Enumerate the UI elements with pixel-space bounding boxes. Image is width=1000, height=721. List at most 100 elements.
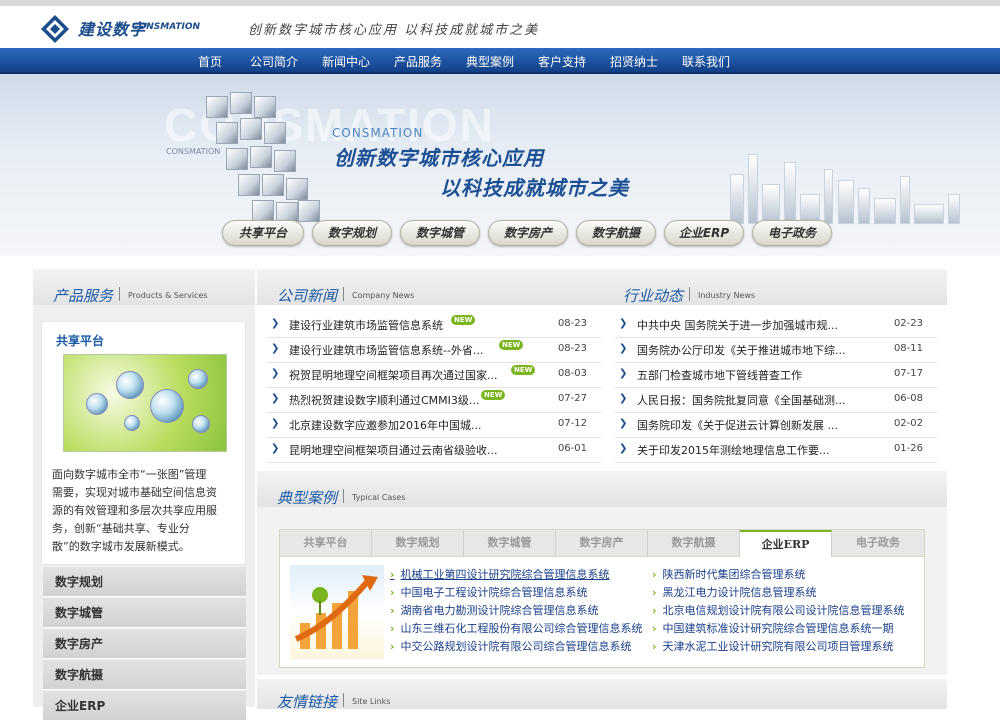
pill-digital-planning[interactable]: 数字规划	[312, 220, 392, 246]
pill-digital-housing[interactable]: 数字房产	[488, 220, 568, 246]
sidebar-item-erp[interactable]: 企业ERP	[43, 691, 246, 721]
bullet-arrow-icon: ❯	[271, 393, 280, 404]
logo-icon[interactable]	[40, 14, 70, 44]
case-link[interactable]: › 黑龙江电力设计院信息管理系统	[652, 584, 817, 600]
case-link[interactable]: › 天津水泥工业设计研究院有限公司项目管理系统	[652, 638, 894, 654]
new-badge: NEW	[451, 315, 476, 325]
bullet-arrow-icon: ❯	[271, 443, 280, 454]
tab-erp[interactable]: 企业ERP	[740, 530, 832, 557]
new-badge: NEW	[511, 365, 536, 375]
products-english: Products & Services	[128, 291, 208, 300]
pill-digital-urban[interactable]: 数字城管	[400, 220, 480, 246]
share-platform-title[interactable]: 共享平台	[56, 332, 104, 349]
cases-header: 典型案例 Typical Cases	[257, 471, 947, 507]
list-item[interactable]: ❯ 昆明地理空间框架项目通过云南省级验收... 06-01	[267, 438, 601, 463]
tab-digital-urban[interactable]: 数字城管	[464, 530, 556, 556]
list-item[interactable]: ❯ 北京建设数字应邀参加2016年中国城... 07-12	[267, 413, 601, 438]
nav-cases[interactable]: 典型案例	[454, 53, 526, 70]
typical-cases-section: 典型案例 Typical Cases 共享平台 数字规划 数字城管 数字房产 数…	[257, 471, 947, 675]
cases-title: 典型案例	[277, 489, 338, 507]
pill-erp[interactable]: 企业ERP	[664, 220, 744, 246]
hero-banner: CONSMATION CONSMATION CONSMATION 创新数字城市核…	[0, 74, 1000, 256]
cases-english: Typical Cases	[352, 493, 406, 502]
nav-home[interactable]: 首页	[174, 53, 246, 70]
bullet-arrow-icon: ❯	[619, 343, 628, 354]
tab-digital-planning[interactable]: 数字规划	[372, 530, 464, 556]
main-nav: 首页 公司简介 新闻中心 产品服务 典型案例 客户支持 招贤纳士 联系我们	[0, 48, 1000, 74]
sidebar-item-urban[interactable]: 数字城管	[43, 598, 246, 628]
products-sidebar: 产品服务 Products & Services 共享平台 面向数字城市全市“一…	[33, 269, 255, 721]
city-skyline-image	[640, 144, 1000, 224]
bullet-arrow-icon: ❯	[619, 418, 628, 429]
logo-english: CONSMATION	[132, 22, 201, 32]
industry-news-title: 行业动态	[623, 287, 684, 305]
company-news-english: Company News	[352, 291, 415, 300]
main-content: 产品服务 Products & Services 共享平台 面向数字城市全市“一…	[33, 269, 947, 721]
title-separator	[689, 287, 690, 301]
new-badge: NEW	[481, 390, 506, 400]
nav-about[interactable]: 公司简介	[238, 53, 310, 70]
list-item[interactable]: ❯ 建设行业建筑市场监管信息系统 NEW 08-23	[267, 313, 601, 338]
list-item[interactable]: ❯ 国务院办公厅印发《关于推进城市地下综... 08-11	[615, 338, 937, 363]
site-header: 建设数字 CONSMATION 创新数字城市核心应用 以科技成就城市之美	[0, 6, 1000, 48]
title-separator	[343, 287, 344, 301]
bullet-arrow-icon: ❯	[271, 343, 280, 354]
case-link[interactable]: › 北京电信规划设计院有限公司设计院信息管理系统	[652, 602, 905, 618]
pill-e-government[interactable]: 电子政务	[752, 220, 832, 246]
banner-headline-2: 以科技成就城市之美	[440, 176, 629, 200]
share-platform-image[interactable]	[63, 354, 227, 452]
nav-careers[interactable]: 招贤纳士	[598, 53, 670, 70]
list-item[interactable]: ❯ 建设行业建筑市场监管信息系统--外省... NEW 08-23	[267, 338, 601, 363]
list-item[interactable]: ❯ 国务院印发《关于促进云计算创新发展 ... 02-02	[615, 413, 937, 438]
company-news-title: 公司新闻	[277, 287, 338, 305]
title-separator	[119, 287, 120, 301]
company-news-header: 公司新闻 Company News	[257, 269, 615, 305]
bullet-arrow-icon: ❯	[271, 318, 280, 329]
tab-e-government[interactable]: 电子政务	[832, 530, 924, 556]
growth-chart-image	[290, 565, 384, 659]
nav-news[interactable]: 新闻中心	[310, 53, 382, 70]
sidebar-item-aerial[interactable]: 数字航摄	[43, 660, 246, 690]
case-link[interactable]: › 中交公路规划设计院有限公司综合管理信息系统	[390, 638, 632, 654]
pill-digital-aerial[interactable]: 数字航摄	[576, 220, 656, 246]
bullet-arrow-icon: ❯	[619, 368, 628, 379]
case-link[interactable]: › 陕西新时代集团综合管理系统	[652, 566, 806, 582]
list-item[interactable]: ❯ 祝贺昆明地理空间框架项目再次通过国家... NEW 08-03	[267, 363, 601, 388]
industry-news-header: 行业动态 Industry News	[615, 269, 947, 305]
tab-digital-housing[interactable]: 数字房产	[556, 530, 648, 556]
title-separator	[343, 693, 344, 707]
nav-products[interactable]: 产品服务	[382, 53, 454, 70]
share-platform-description: 面向数字城市全市“一张图”管理 需要，实现对城市基础空间信息资 源的有效管理和多…	[52, 468, 217, 553]
new-badge: NEW	[499, 340, 524, 350]
header-slogan: 创新数字城市核心应用 以科技成就城市之美	[248, 23, 540, 38]
products-title: 产品服务	[53, 287, 114, 305]
list-item[interactable]: ❯ 关于印发2015年测绘地理信息工作要... 01-26	[615, 438, 937, 463]
sidebar-item-housing[interactable]: 数字房产	[43, 629, 246, 659]
list-item[interactable]: ❯ 热烈祝贺建设数字顺利通过CMMI3级... NEW 07-27	[267, 388, 601, 413]
bullet-arrow-icon: ❯	[271, 418, 280, 429]
industry-news-section: 行业动态 Industry News ❯ 中共中央 国务院关于进一步加强城市规..…	[615, 269, 947, 463]
case-link[interactable]: › 机械工业第四设计研究院综合管理信息系统	[390, 566, 610, 582]
nav-contact[interactable]: 联系我们	[670, 53, 742, 70]
tab-share-platform[interactable]: 共享平台	[280, 530, 372, 556]
case-link[interactable]: › 山东三维石化工程股份有限公司综合管理信息系统	[390, 620, 643, 636]
list-item[interactable]: ❯ 人民日报：国务院批复同意《全国基础测... 06-08	[615, 388, 937, 413]
company-news-section: 公司新闻 Company News ❯ 建设行业建筑市场监管信息系统 NEW 08-2…	[257, 269, 615, 463]
pill-share-platform[interactable]: 共享平台	[222, 220, 304, 246]
cube-graphic	[196, 88, 326, 228]
site-links-header: 友情链接 Site Links	[257, 679, 947, 711]
title-separator	[343, 489, 344, 503]
case-link[interactable]: › 中国建筑标准设计研究院综合管理信息系统一期	[652, 620, 894, 636]
sidebar-item-planning[interactable]: 数字规划	[43, 567, 246, 597]
bullet-arrow-icon: ❯	[271, 368, 280, 379]
list-item[interactable]: ❯ 中共中央 国务院关于进一步加强城市规... 02-23	[615, 313, 937, 338]
site-links-title: 友情链接	[277, 693, 338, 711]
case-panel: › 机械工业第四设计研究院综合管理信息系统 › 中国电子工程设计院综合管理信息系统 …	[279, 557, 925, 668]
list-item[interactable]: ❯ 五部门检查城市地下管线普查工作 07-17	[615, 363, 937, 388]
products-header: 产品服务 Products & Services	[33, 269, 255, 305]
case-link[interactable]: › 湖南省电力勘测设计院综合管理信息系统	[390, 602, 599, 618]
share-platform-card: 共享平台 面向数字城市全市“一张图”管理 需要，实现对城市基础空间信息资 源的有…	[41, 321, 246, 565]
nav-support[interactable]: 客户支持	[526, 53, 598, 70]
case-link[interactable]: › 中国电子工程设计院综合管理信息系统	[390, 584, 588, 600]
tab-digital-aerial[interactable]: 数字航摄	[648, 530, 740, 556]
